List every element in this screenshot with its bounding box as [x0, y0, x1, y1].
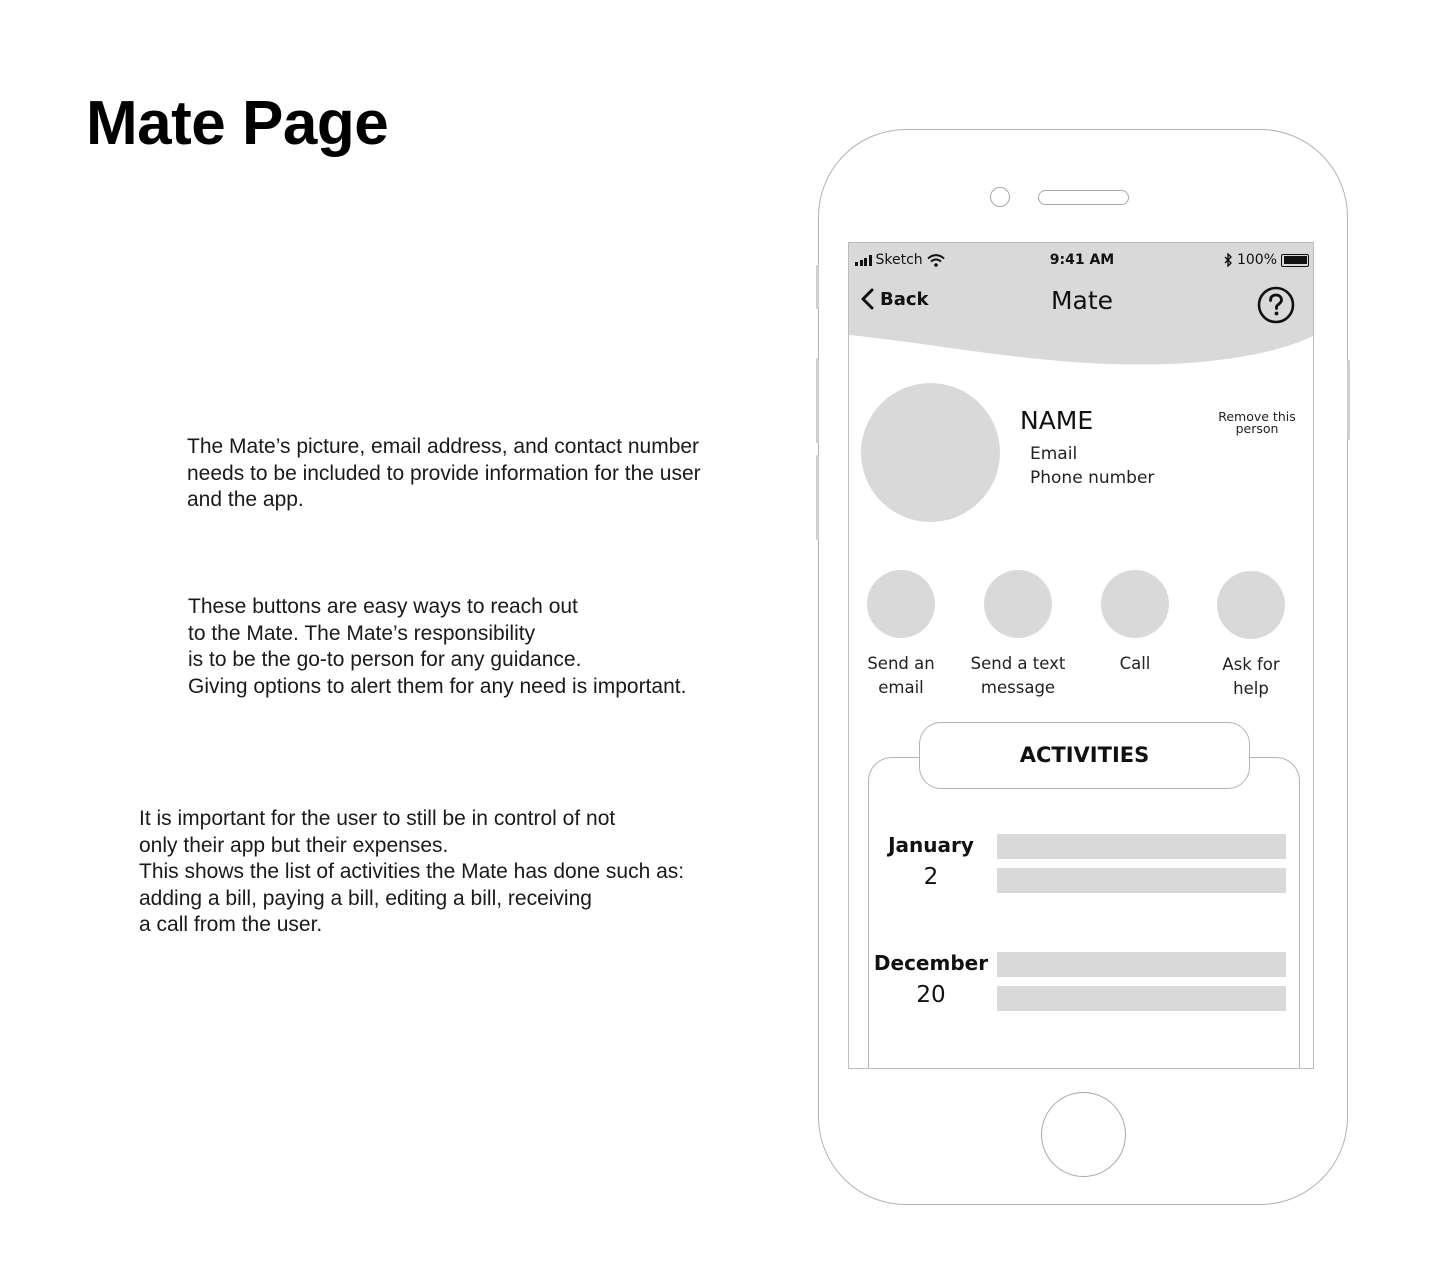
activity-day: 20: [916, 982, 946, 1008]
help-icon[interactable]: [1257, 286, 1295, 324]
action-label: Send an email: [867, 654, 935, 697]
activity-date: January 2: [869, 830, 993, 894]
annotation-contact-buttons: These buttons are easy ways to reach out…: [188, 595, 687, 698]
phone-camera: [990, 187, 1010, 207]
action-label: Ask for help: [1222, 655, 1280, 698]
phone-icon: [1101, 570, 1169, 638]
action-label: Send a text message: [970, 654, 1066, 697]
help-request-icon: [1217, 571, 1285, 639]
mate-name: NAME: [1020, 406, 1094, 435]
home-button[interactable]: [1041, 1092, 1126, 1177]
mate-email: Email: [1030, 444, 1078, 464]
annotation-activities: It is important for the user to still be…: [139, 807, 685, 936]
activities-panel: [868, 757, 1300, 1068]
activity-item[interactable]: [997, 986, 1286, 1011]
email-icon: [867, 570, 935, 638]
activities-tab[interactable]: ACTIVITIES: [919, 722, 1250, 789]
phone-volume-down: [816, 455, 819, 540]
battery-percent: 100%: [1236, 252, 1277, 268]
call-button[interactable]: Call: [1075, 570, 1195, 676]
activity-item[interactable]: [997, 834, 1286, 859]
ask-help-button[interactable]: Ask for help: [1191, 571, 1311, 701]
activity-day: 2: [923, 864, 939, 890]
remove-person-link[interactable]: Remove this person: [1208, 410, 1306, 435]
message-icon: [984, 570, 1052, 638]
annotation-profile-info: The Mate’s picture, email address, and c…: [187, 435, 701, 511]
activity-month: January: [888, 833, 974, 857]
page-title: Mate Page: [86, 89, 389, 158]
avatar: [861, 383, 1000, 522]
nav-title: Mate: [1050, 286, 1114, 315]
send-email-button[interactable]: Send an email: [849, 570, 961, 700]
phone-speaker: [1038, 190, 1129, 205]
phone-power-button: [1347, 360, 1350, 440]
mate-phone: Phone number: [1030, 468, 1155, 488]
action-label: Call: [1119, 654, 1151, 673]
battery-icon: [1281, 253, 1309, 267]
activity-date: December 20: [869, 948, 993, 1012]
activity-item[interactable]: [997, 952, 1286, 977]
phone-volume-up: [816, 358, 819, 443]
activity-item[interactable]: [997, 868, 1286, 893]
activity-month: December: [873, 951, 989, 975]
phone-mute-switch: [816, 265, 819, 309]
status-bar: Sketch 9:41 AM 100%: [849, 243, 1313, 277]
send-text-button[interactable]: Send a text message: [958, 570, 1078, 700]
phone-screen: Sketch 9:41 AM 100% Back Mate NAME Email: [848, 242, 1314, 1069]
bluetooth-icon: [1224, 253, 1232, 267]
